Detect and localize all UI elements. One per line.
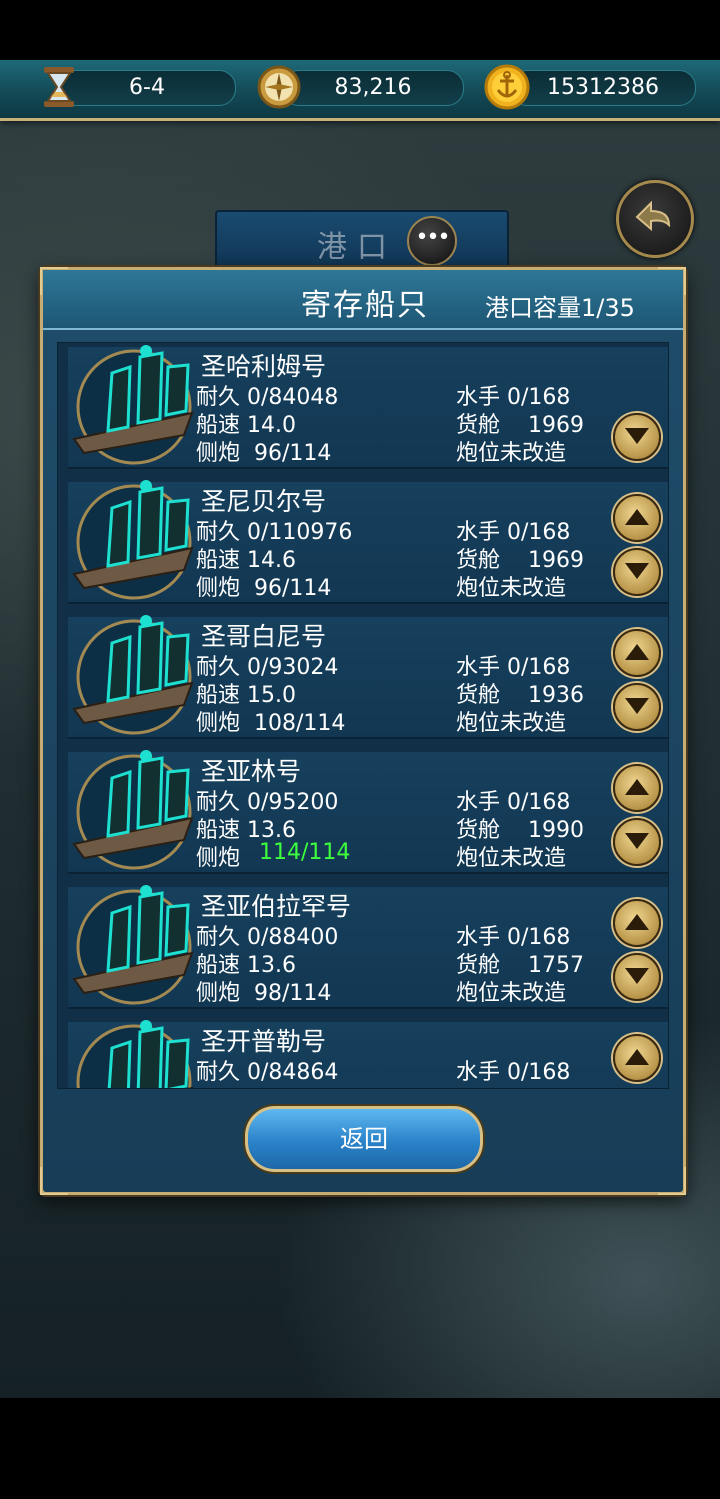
move-up-button[interactable] [613, 494, 661, 542]
gold-anchor-coin-icon [484, 64, 530, 110]
move-up-button[interactable] [613, 629, 661, 677]
ship-cannon-value-maxed: 114/114 [259, 840, 351, 865]
move-down-button[interactable] [613, 413, 661, 461]
move-down-button[interactable] [613, 818, 661, 866]
status-bar [0, 0, 720, 60]
ship-list[interactable]: 圣哈利姆号 耐久 0/84048 船速 14.0 侧炮 96/114 水手 0/… [57, 342, 669, 1089]
move-down-button[interactable] [613, 548, 661, 596]
port-capacity: 港口容量1/35 [485, 294, 635, 322]
navigation-bar [0, 1398, 720, 1499]
ship-row[interactable]: 圣尼贝尔号 耐久 0/110976 船速 14.6 侧炮 96/114 水手 0… [58, 478, 668, 606]
triangle-up-icon [625, 779, 649, 795]
back-arrow-button[interactable] [616, 180, 694, 258]
ship-cannon: 侧炮 108/114 [196, 711, 346, 736]
gold-value: 15312386 [547, 75, 659, 100]
compass-icon [256, 64, 302, 110]
panel-corner-ornament [658, 267, 686, 295]
exploration-display: 83,216 [282, 70, 464, 106]
ship-gun-slot: 炮位未改造 [456, 846, 567, 871]
ship-row[interactable]: 圣哈利姆号 耐久 0/84048 船速 14.0 侧炮 96/114 水手 0/… [58, 343, 668, 471]
ship-name: 圣尼贝尔号 [201, 487, 327, 516]
ship-durability: 耐久 0/84864 [196, 1060, 339, 1085]
resource-bar: 6-4 83,216 15312386 [0, 60, 720, 121]
ship-sailors: 水手 0/168 [456, 1060, 571, 1085]
ship-cannon: 侧炮 98/114 [196, 981, 332, 1006]
panel-corner-ornament [658, 1167, 686, 1195]
panel-corner-ornament [40, 267, 68, 295]
ship-gun-slot: 炮位未改造 [456, 441, 567, 466]
move-up-button[interactable] [613, 764, 661, 812]
ship-image [64, 343, 206, 467]
port-title-text: 港口 [317, 230, 397, 265]
triangle-up-icon [625, 1049, 649, 1065]
triangle-up-icon [625, 509, 649, 525]
ship-cannon-label: 侧炮 [196, 846, 241, 871]
ship-row[interactable]: 圣亚伯拉罕号 耐久 0/88400 船速 13.6 侧炮 98/114 水手 0… [58, 883, 668, 1011]
move-up-button[interactable] [613, 899, 661, 947]
hourglass-icon [36, 64, 82, 110]
stored-ships-panel: 寄存船只 港口容量1/35 圣哈利姆号 耐久 0/84048 船速 14.0 侧… [40, 267, 686, 1195]
triangle-down-icon [625, 833, 649, 849]
move-down-button[interactable] [613, 683, 661, 731]
ship-row[interactable]: 圣哥白尼号 耐久 0/93024 船速 15.0 侧炮 108/114 水手 0… [58, 613, 668, 741]
exploration-value: 83,216 [334, 75, 412, 100]
ship-image [64, 478, 206, 602]
ship-gun-slot: 炮位未改造 [456, 576, 567, 601]
panel-header: 寄存船只 港口容量1/35 [43, 270, 683, 330]
ship-image [64, 1018, 206, 1088]
chat-bubble-icon[interactable]: ••• [407, 216, 457, 266]
move-down-button[interactable] [613, 953, 661, 1001]
ship-name: 圣亚伯拉罕号 [201, 892, 352, 921]
panel-title: 寄存船只 [301, 288, 429, 323]
ship-gun-slot: 炮位未改造 [456, 981, 567, 1006]
move-up-button[interactable] [613, 1034, 661, 1082]
triangle-up-icon [625, 914, 649, 930]
ship-name: 圣哈利姆号 [201, 352, 327, 381]
ship-gun-slot: 炮位未改造 [456, 711, 567, 736]
ship-name: 圣亚林号 [201, 757, 302, 786]
gold-display: 15312386 [510, 70, 696, 106]
triangle-down-icon [625, 428, 649, 444]
triangle-down-icon [625, 563, 649, 579]
ship-image [64, 748, 206, 872]
triangle-up-icon [625, 644, 649, 660]
triangle-down-icon [625, 968, 649, 984]
ship-image [64, 883, 206, 1007]
ship-cannon: 侧炮 96/114 [196, 441, 332, 466]
ship-row[interactable]: 圣开普勒号 耐久 0/84864 水手 0/168 [58, 1018, 668, 1088]
triangle-down-icon [625, 698, 649, 714]
level-value: 6-4 [129, 75, 165, 100]
ship-row[interactable]: 圣亚林号 耐久 0/95200 船速 13.6 侧炮 114/114 水手 0/… [58, 748, 668, 876]
level-display: 6-4 [58, 70, 236, 106]
ship-name: 圣开普勒号 [201, 1027, 327, 1056]
back-arrow-icon [635, 200, 671, 232]
ship-name: 圣哥白尼号 [201, 622, 327, 651]
panel-corner-ornament [40, 1167, 68, 1195]
return-button[interactable]: 返回 [245, 1106, 483, 1172]
ship-image [64, 613, 206, 737]
ship-cannon: 侧炮 96/114 [196, 576, 332, 601]
